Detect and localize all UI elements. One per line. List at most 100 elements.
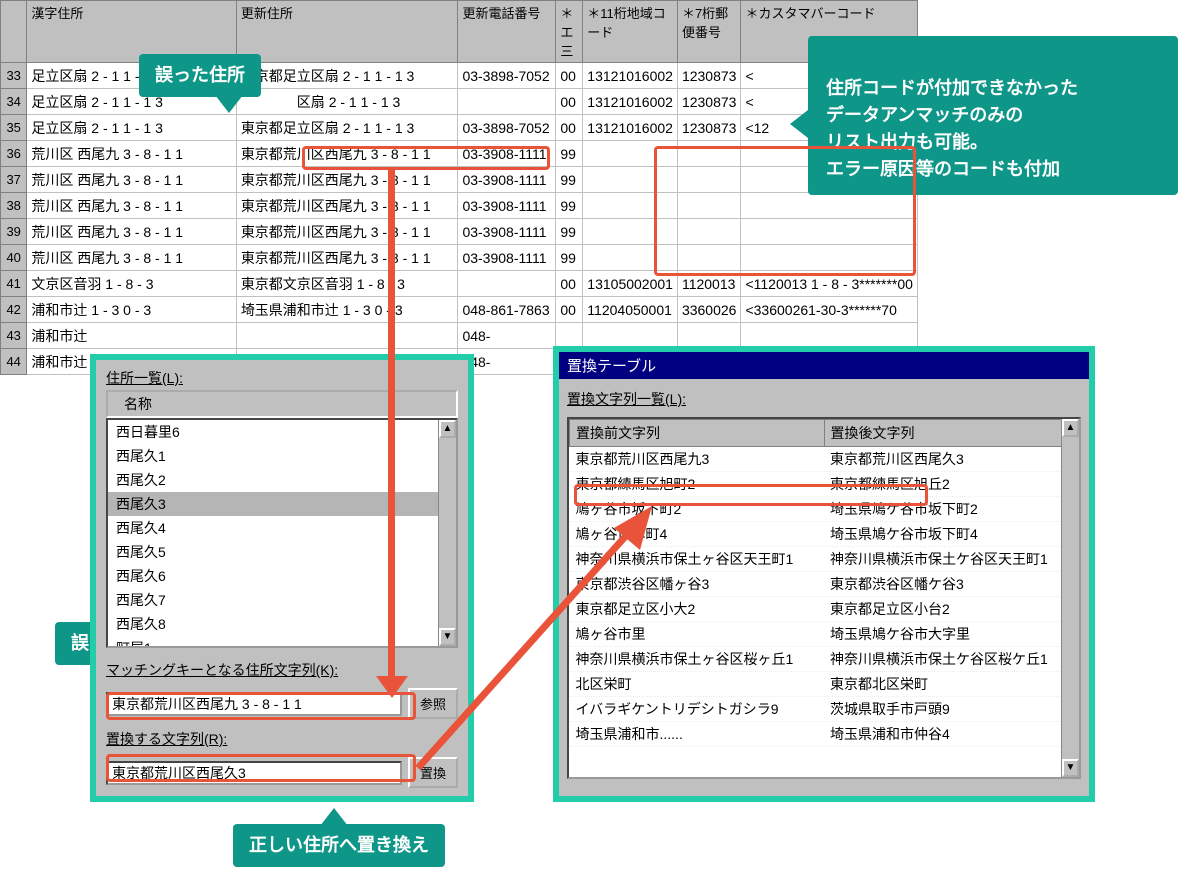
cell[interactable]: 東京都荒川区西尾九 3 - 8 - 1 1 xyxy=(236,141,458,167)
cell[interactable]: 東京都練馬区旭丘2 xyxy=(824,472,1079,497)
cell[interactable] xyxy=(236,323,458,349)
row-number[interactable]: 42 xyxy=(1,297,27,323)
list-item[interactable]: 西尾久1 xyxy=(108,444,456,468)
cell[interactable]: 荒川区 西尾九 3 - 8 - 1 1 xyxy=(27,167,236,193)
cell[interactable]: 1230873 xyxy=(677,89,741,115)
cell[interactable]: 埼玉県鳩ケ谷市坂下町4 xyxy=(824,522,1079,547)
cell[interactable]: 東京都荒川区西尾九 3 - 8 - 1 1 xyxy=(236,219,458,245)
cell[interactable]: 3360026 xyxy=(677,297,741,323)
cell[interactable]: 00 xyxy=(556,89,583,115)
cell[interactable]: 浦和市辻 1 - 3 0 - 3 xyxy=(27,297,236,323)
cell[interactable]: 東京都北区栄町 xyxy=(824,672,1079,697)
match-key-input[interactable] xyxy=(106,692,402,716)
cell[interactable] xyxy=(677,219,741,245)
spreadsheet[interactable]: 漢字住所 更新住所 更新電話番号 ＊ エ 三 ＊11桁地域コード ＊7桁郵便番号… xyxy=(0,0,918,375)
table-row[interactable]: 42浦和市辻 1 - 3 0 - 3埼玉県浦和市辻 1 - 3 0 - 3048… xyxy=(1,297,918,323)
row-number[interactable]: 34 xyxy=(1,89,27,115)
cell[interactable]: 埼玉県浦和市辻 1 - 3 0 - 3 xyxy=(236,297,458,323)
table-row[interactable]: 鳩ヶ谷市里埼玉県鳩ケ谷市大字里 xyxy=(570,622,1079,647)
row-number[interactable]: 36 xyxy=(1,141,27,167)
cell[interactable]: 東京都足立区小大2 xyxy=(570,597,825,622)
list-item[interactable]: 西日暮里6 xyxy=(108,420,456,444)
cell[interactable]: <33600261-30-3******70 xyxy=(741,297,918,323)
cell[interactable]: 03-3908-1111 xyxy=(458,167,556,193)
scroll-down-icon[interactable]: ▼ xyxy=(1062,759,1079,777)
list-item[interactable]: 西尾久5 xyxy=(108,540,456,564)
cell[interactable]: 埼玉県鳩ケ谷市坂下町2 xyxy=(824,497,1079,522)
replace-col-after[interactable]: 置換後文字列 xyxy=(824,420,1079,447)
cell[interactable]: 東京都荒川区西尾九 3 - 8 - 1 1 xyxy=(236,193,458,219)
replace-table[interactable]: 置換前文字列 置換後文字列 東京都荒川区西尾九3東京都荒川区西尾久3東京都練馬区… xyxy=(567,417,1081,779)
cell[interactable]: 東京都足立区扇 2 - 1 1 - 1 3 xyxy=(236,63,458,89)
cell[interactable]: 99 xyxy=(556,245,583,271)
cell[interactable] xyxy=(583,167,678,193)
cell[interactable]: 13121016002 xyxy=(583,115,678,141)
cell[interactable]: 00 xyxy=(556,271,583,297)
cell[interactable]: 神奈川県横浜市保土ヶ谷区桜ヶ丘1 xyxy=(570,647,825,672)
scroll-up-icon[interactable]: ▲ xyxy=(439,420,456,438)
table-row[interactable]: 東京都練馬区旭町2東京都練馬区旭丘2 xyxy=(570,472,1079,497)
cell[interactable]: 東京都渋谷区幡ケ谷3 xyxy=(824,572,1079,597)
cell[interactable]: 99 xyxy=(556,193,583,219)
list-item[interactable]: 西尾久4 xyxy=(108,516,456,540)
cell[interactable] xyxy=(583,219,678,245)
table-row[interactable]: 39荒川区 西尾九 3 - 8 - 1 1東京都荒川区西尾九 3 - 8 - 1… xyxy=(1,219,918,245)
replace-button[interactable]: 置換 xyxy=(408,757,458,788)
col-updated-address[interactable]: 更新住所 xyxy=(236,1,458,63)
scrollbar[interactable]: ▲ ▼ xyxy=(438,420,456,646)
cell[interactable] xyxy=(583,245,678,271)
scroll-down-icon[interactable]: ▼ xyxy=(439,628,456,646)
cell[interactable] xyxy=(583,193,678,219)
table-row[interactable]: 41文京区音羽 1 - 8 - 3東京都文京区音羽 1 - 8 - 300131… xyxy=(1,271,918,297)
cell[interactable]: 足立区扇 2 - 1 1 - 1 3 xyxy=(27,115,236,141)
replace-col-before[interactable]: 置換前文字列 xyxy=(570,420,825,447)
table-row[interactable]: 鳩ヶ谷市坂下町2埼玉県鳩ケ谷市坂下町2 xyxy=(570,497,1079,522)
cell[interactable] xyxy=(583,141,678,167)
cell[interactable] xyxy=(583,323,678,349)
row-number[interactable]: 41 xyxy=(1,271,27,297)
table-row[interactable]: 埼玉県浦和市......埼玉県浦和市仲谷4 xyxy=(570,722,1079,747)
cell[interactable]: 13121016002 xyxy=(583,89,678,115)
cell[interactable] xyxy=(741,245,918,271)
scrollbar[interactable]: ▲ ▼ xyxy=(1061,419,1079,777)
cell[interactable] xyxy=(556,323,583,349)
cell[interactable]: 99 xyxy=(556,141,583,167)
cell[interactable]: 東京都荒川区西尾九 3 - 8 - 1 1 xyxy=(236,245,458,271)
cell[interactable]: 11204050001 xyxy=(583,297,678,323)
cell[interactable]: 048-861-7863 xyxy=(458,297,556,323)
cell[interactable]: 00 xyxy=(556,63,583,89)
cell[interactable]: 1230873 xyxy=(677,63,741,89)
cell[interactable]: 東京都荒川区西尾九 3 - 8 - 1 1 xyxy=(236,167,458,193)
replace-string-input[interactable] xyxy=(106,761,402,785)
table-row[interactable]: 東京都足立区小大2東京都足立区小台2 xyxy=(570,597,1079,622)
cell[interactable]: 00 xyxy=(556,297,583,323)
col-e[interactable]: ＊ エ 三 xyxy=(556,1,583,63)
cell[interactable]: 13121016002 xyxy=(583,63,678,89)
row-number[interactable]: 40 xyxy=(1,245,27,271)
list-item[interactable]: 西尾久8 xyxy=(108,612,456,636)
cell[interactable] xyxy=(677,167,741,193)
cell[interactable]: 鳩ヶ谷市里 xyxy=(570,622,825,647)
cell[interactable]: 文京区音羽 1 - 8 - 3 xyxy=(27,271,236,297)
cell[interactable]: 神奈川県横浜市保土ケ谷区天王町1 xyxy=(824,547,1079,572)
list-item[interactable]: 西尾久2 xyxy=(108,468,456,492)
cell[interactable]: 東京都文京区音羽 1 - 8 - 3 xyxy=(236,271,458,297)
cell[interactable]: 荒川区 西尾九 3 - 8 - 1 1 xyxy=(27,245,236,271)
cell[interactable]: 03-3908-1111 xyxy=(458,245,556,271)
list-item[interactable]: 西尾久6 xyxy=(108,564,456,588)
cell[interactable]: 埼玉県浦和市仲谷4 xyxy=(824,722,1079,747)
cell[interactable]: 荒川区 西尾九 3 - 8 - 1 1 xyxy=(27,193,236,219)
cell[interactable]: 03-3908-1111 xyxy=(458,193,556,219)
cell[interactable]: 埼玉県鳩ケ谷市大字里 xyxy=(824,622,1079,647)
table-row[interactable]: 神奈川県横浜市保土ヶ谷区桜ヶ丘1神奈川県横浜市保土ケ谷区桜ケ丘1 xyxy=(570,647,1079,672)
col-updated-phone[interactable]: 更新電話番号 xyxy=(458,1,556,63)
list-item[interactable]: 町屋1 xyxy=(108,636,456,648)
cell[interactable]: 神奈川県横浜市保土ヶ谷区天王町1 xyxy=(570,547,825,572)
cell[interactable] xyxy=(741,193,918,219)
cell[interactable]: 北区栄町 xyxy=(570,672,825,697)
cell[interactable] xyxy=(677,323,741,349)
col-7digit[interactable]: ＊7桁郵便番号 xyxy=(677,1,741,63)
cell[interactable]: <1120013 1 - 8 - 3*******00 xyxy=(741,271,918,297)
cell[interactable]: 99 xyxy=(556,167,583,193)
list-item[interactable]: 西尾久7 xyxy=(108,588,456,612)
